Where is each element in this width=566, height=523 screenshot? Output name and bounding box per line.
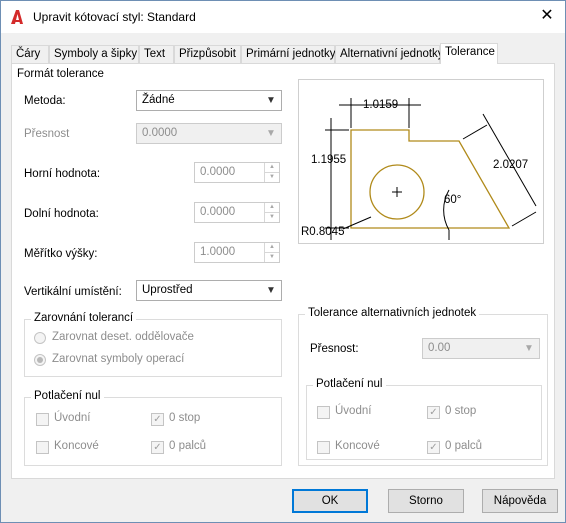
trailing-zero-label: Koncové: [54, 440, 99, 452]
alt-leading-zero-checkbox[interactable]: [317, 406, 330, 419]
zero-feet-checkbox[interactable]: ✓: [151, 413, 164, 426]
alt-precision-select[interactable]: 0.00 ▼: [422, 338, 540, 359]
alt-zero-feet-checkbox[interactable]: ✓: [427, 406, 440, 419]
trailing-zero-checkbox[interactable]: [36, 441, 49, 454]
upper-value-spinner[interactable]: 0.0000 ▲ ▼: [194, 162, 280, 183]
precision-select[interactable]: 0.0000 ▼: [136, 123, 282, 144]
method-select[interactable]: Žádné ▼: [136, 90, 282, 111]
tab-lines[interactable]: Čáry: [11, 45, 49, 63]
dim-top-text: 1.0159: [363, 99, 398, 111]
ext-line: [511, 211, 537, 227]
method-label: Metoda:: [24, 95, 66, 107]
lower-value-spinner[interactable]: 0.0000 ▲ ▼: [194, 202, 280, 223]
tolerance-format-legend: Formát tolerance: [14, 68, 107, 80]
tolerance-alignment-group: Zarovnání tolerancí: [24, 312, 282, 377]
radius-leader: [342, 216, 372, 230]
alt-zero-inches-label: 0 palců: [445, 440, 483, 452]
vertical-position-label: Vertikální umístění:: [24, 286, 122, 298]
chevron-down-icon: ▼: [266, 285, 276, 296]
tolerance-alignment-legend: Zarovnání tolerancí: [31, 312, 137, 324]
zero-inches-checkbox[interactable]: ✓: [151, 441, 164, 454]
tab-fit[interactable]: Přizpůsobit: [174, 45, 241, 63]
cancel-button[interactable]: Storno: [388, 489, 464, 513]
align-operators-label: Zarovnat symboly operací: [52, 353, 185, 365]
tab-tolerance[interactable]: Tolerance: [440, 43, 498, 64]
tab-primary-units[interactable]: Primární jednotky: [241, 45, 335, 63]
tab-alternate-units[interactable]: Alternativní jednotky: [335, 45, 444, 63]
zero-suppression-legend: Potlačení nul: [31, 390, 104, 402]
help-button[interactable]: Nápověda: [482, 489, 558, 513]
close-icon[interactable]: ✕: [539, 7, 555, 25]
part-outline: [350, 129, 511, 229]
precision-label: Přesnost: [24, 128, 70, 140]
align-operators-radio[interactable]: [34, 354, 46, 366]
dim-right-text: 2.0207: [493, 159, 528, 171]
spin-up-icon[interactable]: ▲: [265, 203, 279, 213]
zero-inches-label: 0 palců: [169, 440, 207, 452]
autocad-app-icon: [11, 10, 23, 24]
ext-line: [462, 124, 488, 140]
lower-value-label: Dolní hodnota:: [24, 208, 99, 220]
alt-trailing-zero-label: Koncové: [335, 440, 380, 452]
chevron-down-icon: ▼: [524, 343, 534, 354]
spin-down-icon[interactable]: ▼: [265, 173, 279, 182]
upper-value-label: Horní hodnota:: [24, 168, 101, 180]
dim-angle-text: 60°: [444, 194, 461, 206]
tolerance-panel: Formát tolerance Metoda: Žádné ▼ Přesnost…: [11, 63, 555, 479]
spin-down-icon[interactable]: ▼: [265, 213, 279, 222]
dialog-window: Upravit kótovací styl: Standard ✕ Čáry S…: [0, 0, 566, 523]
zero-feet-label: 0 stop: [169, 412, 201, 424]
window-title: Upravit kótovací styl: Standard: [33, 10, 196, 24]
spin-up-icon[interactable]: ▲: [265, 163, 279, 173]
tab-text[interactable]: Text: [139, 45, 174, 63]
zero-suppression-group: Potlačení nul: [24, 390, 282, 466]
alt-zero-inches-checkbox[interactable]: ✓: [427, 441, 440, 454]
alternate-tolerance-legend: Tolerance alternativních jednotek: [305, 307, 480, 319]
tab-symbols-arrows[interactable]: Symboly a šipky: [49, 45, 139, 63]
alt-trailing-zero-checkbox[interactable]: [317, 441, 330, 454]
spin-up-icon[interactable]: ▲: [265, 243, 279, 253]
chevron-down-icon: ▼: [266, 128, 276, 139]
vertical-position-select[interactable]: Uprostřed ▼: [136, 280, 282, 301]
height-scale-label: Měřítko výšky:: [24, 248, 98, 260]
dimension-preview-drawing: 1.0159 1.1955 2.0207 60° R0.8045: [301, 98, 537, 240]
alt-zero-feet-label: 0 stop: [445, 405, 477, 417]
spin-down-icon[interactable]: ▼: [265, 253, 279, 262]
title-bar: Upravit kótovací styl: Standard ✕: [1, 1, 565, 33]
height-scale-spinner[interactable]: 1.0000 ▲ ▼: [194, 242, 280, 263]
alt-zero-suppression-legend: Potlačení nul: [313, 378, 386, 390]
alt-leading-zero-label: Úvodní: [335, 405, 372, 417]
leading-zero-label: Úvodní: [54, 412, 91, 424]
align-decimal-radio[interactable]: [34, 332, 46, 344]
preview-pane: 1.0159 1.1955 2.0207 60° R0.8045: [298, 79, 544, 244]
dim-radius-text: R0.8045: [301, 226, 344, 238]
leading-zero-checkbox[interactable]: [36, 413, 49, 426]
alt-precision-label: Přesnost:: [310, 343, 359, 355]
chevron-down-icon: ▼: [266, 95, 276, 106]
align-decimal-label: Zarovnat deset. oddělovače: [52, 331, 194, 343]
dim-left-text: 1.1955: [311, 154, 346, 166]
ok-button[interactable]: OK: [292, 489, 368, 513]
